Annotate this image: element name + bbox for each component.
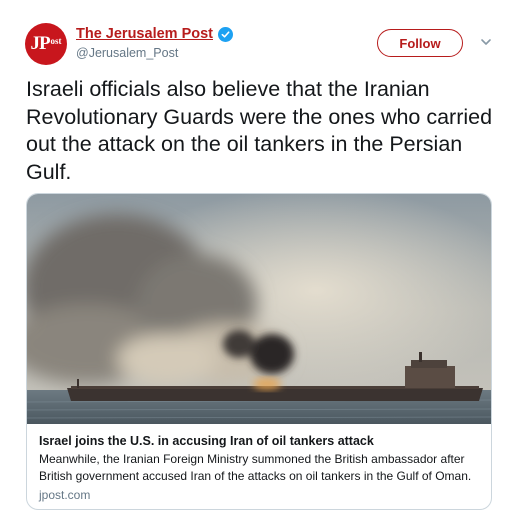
account-handle[interactable]: @Jerusalem_Post — [76, 46, 178, 60]
account-display-name[interactable]: The Jerusalem Post — [76, 26, 213, 42]
avatar-logo: JPost — [30, 33, 61, 55]
account-name-row: The Jerusalem Post — [76, 26, 233, 42]
card-description: Meanwhile, the Iranian Foreign Ministry … — [39, 452, 472, 483]
verified-badge-icon — [218, 26, 233, 42]
tweet: JPost The Jerusalem Post @Jerusalem_Post… — [0, 0, 520, 518]
tweet-text: Israeli officials also believe that the … — [26, 77, 493, 184]
chevron-down-icon[interactable] — [480, 37, 492, 47]
link-card[interactable]: Israel joins the U.S. in accusing Iran o… — [26, 193, 492, 510]
avatar[interactable]: JPost — [25, 23, 67, 65]
follow-button[interactable]: Follow — [377, 29, 463, 57]
card-title[interactable]: Israel joins the U.S. in accusing Iran o… — [39, 434, 483, 448]
card-domain[interactable]: jpost.com — [39, 488, 90, 502]
avatar-initials: JP — [30, 33, 50, 54]
card-image — [27, 194, 491, 424]
avatar-suffix: ost — [50, 36, 62, 46]
